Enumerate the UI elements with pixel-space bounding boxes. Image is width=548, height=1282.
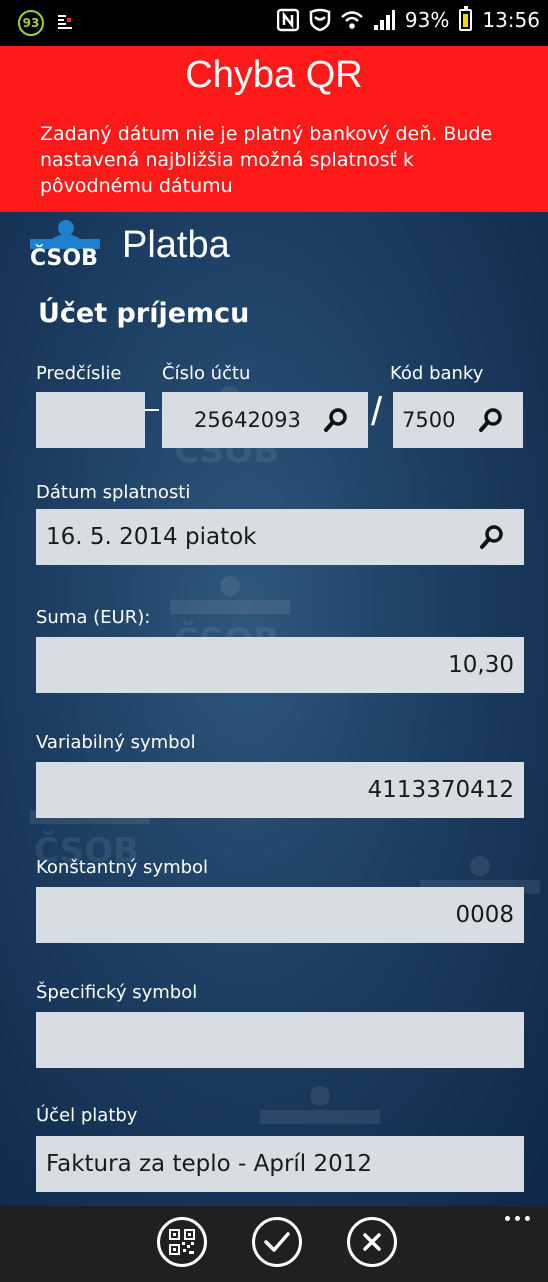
csob-logo: ČSOB	[30, 217, 100, 273]
constant-symbol-field[interactable]: 0008	[36, 887, 524, 943]
signal-icon	[373, 10, 395, 30]
purpose-label: Účel platby	[36, 1105, 138, 1126]
specific-symbol-field[interactable]	[36, 1012, 524, 1068]
due-date-value: 16. 5. 2014 piatok	[46, 524, 257, 550]
cancel-button[interactable]	[347, 1217, 397, 1267]
variable-symbol-label: Variabilný symbol	[36, 732, 196, 753]
separator-dash	[145, 409, 159, 411]
due-date-label: Dátum splatnosti	[36, 482, 191, 503]
account-number-label: Číslo účtu	[162, 363, 251, 384]
wifi-icon	[341, 11, 363, 29]
amount-value: 10,30	[448, 652, 514, 678]
logo-text: ČSOB	[30, 246, 98, 271]
checkmark-icon	[264, 1232, 290, 1252]
clock: 13:56	[482, 8, 540, 32]
search-icon[interactable]	[477, 406, 505, 434]
header: ČSOB Platba	[30, 217, 230, 273]
account-number-value: 25642093	[194, 408, 301, 432]
nfc-icon	[276, 8, 299, 32]
constant-symbol-value: 0008	[455, 902, 514, 928]
error-banner: Chyba QR Zadaný dátum nie je platný bank…	[0, 46, 548, 212]
confirm-button[interactable]	[252, 1217, 302, 1267]
payment-form: ČSOB ČSOB ČSOB ČSOB Platba Účet príjemcu…	[0, 212, 548, 1206]
battery-percent: 93%	[404, 8, 450, 32]
notification-icon	[58, 15, 72, 29]
battery-icon	[459, 6, 473, 31]
constant-symbol-label: Konštantný symbol	[36, 857, 209, 878]
status-bar: 93 93% 13:56	[0, 0, 548, 46]
battery-badge-icon: 93	[18, 10, 44, 36]
error-message: Zadaný dátum nie je platný bankový deň. …	[40, 123, 493, 197]
bank-code-label: Kód banky	[390, 363, 484, 384]
qr-code-icon	[169, 1229, 195, 1255]
prefix-field[interactable]	[36, 392, 145, 448]
variable-symbol-value: 4113370412	[367, 777, 514, 803]
amount-label: Suma (EUR):	[36, 607, 151, 628]
close-icon	[363, 1233, 381, 1251]
bank-code-field[interactable]: 7500	[393, 392, 523, 448]
app-bar	[0, 1206, 548, 1282]
shield-icon	[309, 8, 331, 32]
purpose-field[interactable]: Faktura za teplo - Apríl 2012	[36, 1136, 524, 1192]
account-number-field[interactable]: 25642093	[162, 392, 368, 448]
page-title: Platba	[122, 223, 230, 266]
search-icon[interactable]	[478, 523, 506, 551]
error-title: Chyba QR	[185, 54, 363, 96]
due-date-field[interactable]: 16. 5. 2014 piatok	[36, 509, 524, 565]
specific-symbol-label: Špecifický symbol	[36, 982, 198, 1003]
bank-code-value: 7500	[402, 408, 456, 432]
section-title: Účet príjemcu	[38, 298, 250, 329]
amount-field[interactable]: 10,30	[36, 637, 524, 693]
separator-slash: /	[371, 390, 383, 434]
scan-qr-button[interactable]	[157, 1217, 207, 1267]
purpose-value: Faktura za teplo - Apríl 2012	[46, 1151, 373, 1177]
search-icon[interactable]	[322, 406, 350, 434]
prefix-label: Predčíslie	[36, 363, 122, 384]
more-icon[interactable]	[505, 1216, 530, 1221]
variable-symbol-field[interactable]: 4113370412	[36, 762, 524, 818]
